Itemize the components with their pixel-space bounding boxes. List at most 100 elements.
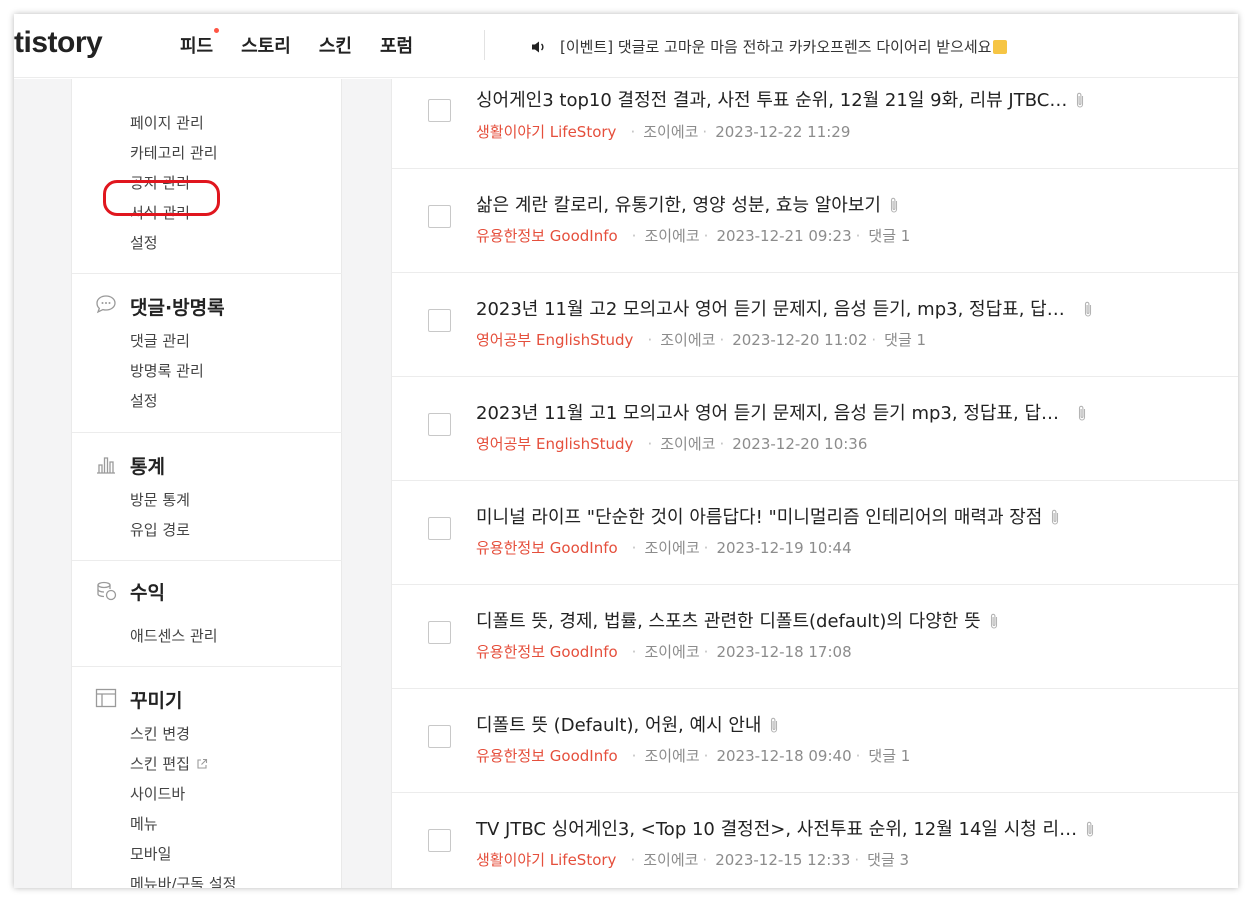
- post-author: 조이에코: [644, 747, 700, 765]
- attachment-clip-icon: [890, 197, 898, 213]
- post-category[interactable]: 영어공부 EnglishStudy: [476, 331, 633, 349]
- nav-story[interactable]: 스토리: [241, 32, 291, 58]
- left-gutter: [14, 79, 72, 888]
- post-checkbox[interactable]: [428, 829, 451, 852]
- attachment-clip-icon: [1084, 301, 1091, 317]
- attachment-clip-icon: [771, 717, 778, 733]
- tistory-logo[interactable]: tistory: [14, 26, 103, 60]
- sidebar-item-comment-settings[interactable]: 설정: [130, 390, 158, 411]
- post-author: 조이에코: [643, 851, 699, 869]
- sidebar-divider: [72, 666, 342, 667]
- sidebar-item-comment-manage[interactable]: 댓글 관리: [130, 330, 190, 351]
- sidebar-item-skin-change[interactable]: 스킨 변경: [130, 723, 190, 744]
- post-category[interactable]: 유용한정보 GoodInfo: [476, 227, 618, 245]
- highlight-circle: [103, 180, 220, 216]
- post-checkbox[interactable]: [428, 309, 451, 332]
- post-date: 2023-12-20 10:36: [732, 435, 868, 453]
- post-comment-count[interactable]: 댓글 1: [868, 747, 910, 765]
- post-category[interactable]: 영어공부 EnglishStudy: [476, 435, 633, 453]
- post-date: 2023-12-22 11:29: [715, 123, 851, 141]
- post-meta: 영어공부 EnglishStudy · 조이에코 · 2023-12-20 10:36: [476, 435, 868, 453]
- post-checkbox[interactable]: [428, 205, 451, 228]
- post-category[interactable]: 유용한정보 GoodInfo: [476, 643, 618, 661]
- nav-feed[interactable]: 피드: [180, 28, 220, 58]
- sidebar-item-skin-edit[interactable]: 스킨 편집: [130, 753, 208, 774]
- post-row: 2023년 11월 고2 모의고사 영어 듣기 문제지, 음성 듣기, mp3,…: [392, 273, 1238, 377]
- post-meta: 유용한정보 GoodInfo · 조이에코 · 2023-12-18 17:08: [476, 643, 852, 661]
- post-checkbox[interactable]: [428, 517, 451, 540]
- post-title[interactable]: 미니널 라이프 "단순한 것이 아름답다! "미니멀리즘 인테리어의 매력과 장…: [476, 503, 1060, 529]
- post-author: 조이에코: [660, 331, 716, 349]
- speaker-icon: [532, 41, 544, 52]
- layout-icon: [95, 688, 117, 708]
- post-comment-count[interactable]: 댓글 3: [867, 851, 909, 869]
- post-row: 미니널 라이프 "단순한 것이 아름답다! "미니멀리즘 인테리어의 매력과 장…: [392, 481, 1238, 585]
- post-category[interactable]: 유용한정보 GoodInfo: [476, 747, 618, 765]
- sidebar-item-mobile[interactable]: 모바일: [130, 843, 171, 864]
- post-title[interactable]: 2023년 11월 고1 모의고사 영어 듣기 문제지, 음성 듣기 mp3, …: [476, 399, 1087, 425]
- post-author: 조이에코: [644, 539, 700, 557]
- post-meta: 유용한정보 GoodInfo · 조이에코 · 2023-12-19 10:44: [476, 539, 852, 557]
- post-checkbox[interactable]: [428, 413, 451, 436]
- post-row: TV JTBC 싱어게인3, <Top 10 결정전>, 사전투표 순위, 12…: [392, 793, 1238, 888]
- app-window: tistory 피드 스토리 스킨 포럼 [이벤트] 댓글로 고마운 마음 전하…: [14, 14, 1238, 888]
- post-title[interactable]: 디폴트 뜻, 경제, 법률, 스포츠 관련한 디폴트(default)의 다양한…: [476, 607, 999, 633]
- post-meta: 유용한정보 GoodInfo · 조이에코 · 2023-12-18 09:40 · 댓글 …: [476, 747, 911, 765]
- post-title[interactable]: TV JTBC 싱어게인3, <Top 10 결정전>, 사전투표 순위, 12…: [476, 815, 1095, 841]
- post-title[interactable]: 디폴트 뜻 (Default), 어원, 예시 안내: [476, 711, 779, 737]
- attachment-clip-icon: [990, 613, 997, 629]
- sidebar-divider: [72, 560, 342, 561]
- post-date: 2023-12-19 10:44: [716, 539, 852, 557]
- post-checkbox[interactable]: [428, 725, 451, 748]
- post-meta: 영어공부 EnglishStudy · 조이에코 · 2023-12-20 11:02 ·…: [476, 331, 927, 349]
- post-category[interactable]: 생활이야기 LifeStory: [476, 851, 616, 869]
- nav-forum[interactable]: 포럼: [380, 32, 413, 58]
- post-checkbox[interactable]: [428, 99, 451, 122]
- section-decorate-title[interactable]: 꾸미기: [130, 686, 182, 713]
- attachment-clip-icon: [1077, 92, 1084, 108]
- sidebar-item-category-manage[interactable]: 카테고리 관리: [130, 142, 218, 163]
- post-author: 조이에코: [643, 123, 699, 141]
- post-title[interactable]: 2023년 11월 고2 모의고사 영어 듣기 문제지, 음성 듣기, mp3,…: [476, 295, 1093, 321]
- section-comments-title[interactable]: 댓글·방명록: [130, 293, 225, 320]
- post-title[interactable]: 싱어게인3 top10 결정전 결과, 사전 투표 순위, 12월 21일 9화…: [476, 86, 1085, 112]
- post-row: 싱어게인3 top10 결정전 결과, 사전 투표 순위, 12월 21일 9화…: [392, 65, 1238, 169]
- sidebar-item-page-manage[interactable]: 페이지 관리: [130, 112, 204, 133]
- sidebar-item-guestbook-manage[interactable]: 방명록 관리: [130, 360, 204, 381]
- sidebar-item-menubar-subscribe[interactable]: 메뉴바/구독 설정: [130, 873, 236, 888]
- post-category[interactable]: 생활이야기 LifeStory: [476, 123, 616, 141]
- memo-icon: [993, 39, 1008, 54]
- post-author: 조이에코: [644, 643, 700, 661]
- post-title[interactable]: 삶은 계란 칼로리, 유통기한, 영양 성분, 효능 알아보기: [476, 191, 899, 217]
- bar-chart-icon: [97, 457, 115, 474]
- section-revenue-title[interactable]: 수익: [130, 578, 165, 605]
- sidebar-item-visit-stats[interactable]: 방문 통계: [130, 489, 190, 510]
- comment-bubble-icon: [96, 295, 116, 314]
- event-notice[interactable]: [이벤트] 댓글로 고마운 마음 전하고 카카오프렌즈 다이어리 받으세요: [530, 36, 1008, 57]
- coins-icon: [97, 581, 117, 601]
- post-comment-count[interactable]: 댓글 1: [884, 331, 926, 349]
- post-comment-count[interactable]: 댓글 1: [868, 227, 910, 245]
- post-date: 2023-12-18 17:08: [716, 643, 852, 661]
- sidebar-item-referrer[interactable]: 유입 경로: [130, 519, 190, 540]
- attachment-clip-icon: [1087, 821, 1094, 837]
- post-checkbox[interactable]: [428, 621, 451, 644]
- post-author: 조이에코: [644, 227, 700, 245]
- post-row: 디폴트 뜻 (Default), 어원, 예시 안내 유용한정보 GoodInf…: [392, 689, 1238, 793]
- sidebar-item-adsense-manage[interactable]: 애드센스 관리: [130, 625, 218, 646]
- nav-skin[interactable]: 스킨: [319, 32, 352, 58]
- post-row: 삶은 계란 칼로리, 유통기한, 영양 성분, 효능 알아보기 유용한정보 Go…: [392, 169, 1238, 273]
- sidebar-divider: [72, 432, 342, 433]
- sidebar-item-sidebar[interactable]: 사이드바: [130, 783, 185, 804]
- post-category[interactable]: 유용한정보 GoodInfo: [476, 539, 618, 557]
- post-row: 2023년 11월 고1 모의고사 영어 듣기 문제지, 음성 듣기 mp3, …: [392, 377, 1238, 481]
- post-date: 2023-12-18 09:40: [716, 747, 852, 765]
- sidebar-item-menu[interactable]: 메뉴: [130, 813, 158, 834]
- sidebar-item-settings[interactable]: 설정: [130, 232, 158, 253]
- center-gutter: [342, 79, 392, 888]
- section-stats-title[interactable]: 통계: [130, 452, 165, 479]
- post-row: 디폴트 뜻, 경제, 법률, 스포츠 관련한 디폴트(default)의 다양한…: [392, 585, 1238, 689]
- post-meta: 유용한정보 GoodInfo · 조이에코 · 2023-12-21 09:23 · 댓글 …: [476, 227, 911, 245]
- post-meta: 생활이야기 LifeStory · 조이에코 · 2023-12-15 12:33 · 댓글…: [476, 851, 910, 869]
- post-author: 조이에코: [660, 435, 716, 453]
